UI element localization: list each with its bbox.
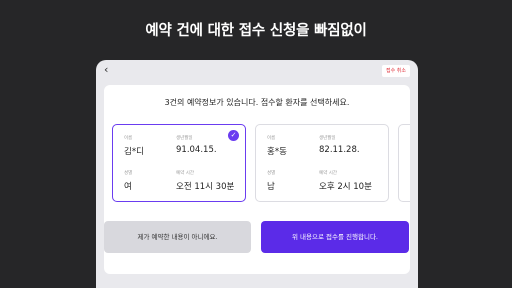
patient-name: 홍*동	[267, 147, 287, 157]
patient-name: 김*디	[124, 147, 144, 157]
gender-label: 성별	[267, 171, 276, 176]
birth-date: 82.11.28.	[319, 145, 360, 155]
gender-label: 성별	[124, 171, 133, 176]
time-label: 예약 시간	[176, 171, 194, 176]
back-icon[interactable]: ‹	[104, 63, 108, 77]
tablet-screen: ‹ 접수 취소 3건의 예약정보가 있습니다. 접수할 환자를 선택하세요. ✓…	[96, 60, 418, 288]
reservation-time: 오전 11시 30분	[176, 182, 235, 192]
gender: 남	[267, 182, 275, 192]
gender: 여	[124, 182, 132, 192]
cancel-reception-button[interactable]: 접수 취소	[382, 65, 410, 77]
birth-label: 생년월일	[176, 136, 193, 141]
check-icon: ✓	[228, 130, 239, 141]
headline: 예약 건에 대한 접수 신청을 빠짐없이	[145, 23, 367, 39]
time-label: 예약 시간	[319, 171, 337, 176]
panel-title: 3건의 예약정보가 있습니다. 접수할 환자를 선택하세요.	[164, 98, 350, 107]
not-my-reservation-button[interactable]: 제가 예약한 내용이 아니에요.	[104, 221, 251, 253]
birth-label: 생년월일	[319, 136, 336, 141]
name-label: 이름	[267, 136, 276, 141]
top-bar: ‹ 접수 취소	[96, 60, 418, 82]
reservation-card-3[interactable]	[398, 124, 410, 202]
proceed-reception-button[interactable]: 위 내용으로 접수를 진행합니다.	[261, 221, 409, 253]
reservation-time: 오후 2시 10분	[319, 182, 372, 192]
reservation-card-1[interactable]: ✓ 이름 김*디 생년월일 91.04.15. 성별 여 예약 시간 오전 11…	[112, 124, 246, 202]
name-label: 이름	[124, 136, 133, 141]
birth-date: 91.04.15.	[176, 145, 217, 155]
reservation-card-2[interactable]: 이름 홍*동 생년월일 82.11.28. 성별 남 예약 시간 오후 2시 1…	[255, 124, 389, 202]
